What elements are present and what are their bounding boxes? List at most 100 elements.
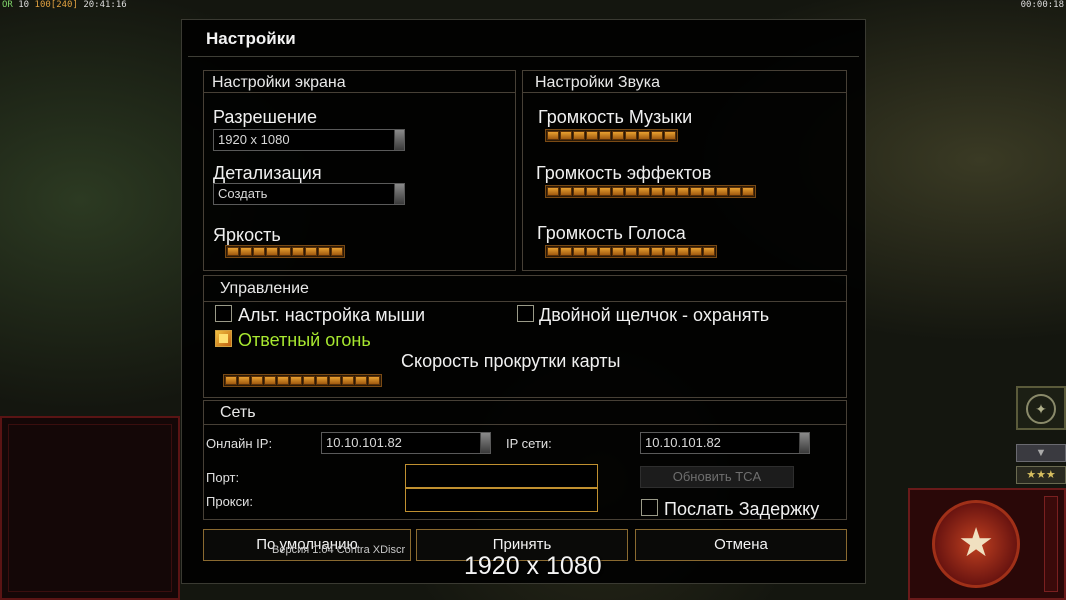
slider-segment (664, 131, 676, 140)
scroll-speed-label: Скорость прокрутки карты (401, 351, 621, 371)
slider-segment (547, 247, 559, 256)
alt-mouse-checkbox[interactable] (215, 305, 232, 322)
command-panel-frame (8, 424, 172, 592)
slider-segment (638, 187, 650, 196)
slider-segment (716, 187, 728, 196)
resolution-dropdown-arrow[interactable] (394, 130, 404, 150)
lan-ip-select[interactable]: 10.10.101.82 (640, 432, 810, 454)
emblem-side-strip (1044, 496, 1058, 592)
compass-icon: ✦ (1026, 394, 1056, 424)
update-tca-button[interactable]: Обновить TCA (640, 466, 794, 488)
hud-value-b: 100 (34, 0, 51, 10)
dialog-title: Настройки (206, 29, 296, 48)
slider-segment (625, 187, 637, 196)
port-input[interactable] (405, 464, 598, 488)
rank-stars-button[interactable]: ★★★ (1016, 466, 1066, 484)
hud-prefix: OR (2, 0, 13, 10)
slider-segment (625, 247, 637, 256)
slider-segment (677, 247, 689, 256)
controls-title: Управление (220, 280, 309, 297)
slider-segment (225, 376, 237, 385)
settings-dialog: Настройки Настройки экрана Разрешение 19… (181, 19, 866, 584)
lan-ip-label: IP сети: (506, 436, 552, 451)
online-ip-select[interactable]: 10.10.101.82 (321, 432, 491, 454)
controls-header: Управление (204, 276, 846, 302)
network-header: Сеть (204, 401, 846, 425)
send-delay-checkbox[interactable] (641, 499, 658, 516)
detail-select[interactable]: Создать (213, 183, 405, 205)
stars-icon: ★★★ (1026, 469, 1056, 481)
detail-label: Детализация (213, 163, 322, 183)
slider-segment (560, 187, 572, 196)
slider-segment (638, 247, 650, 256)
slider-segment (560, 131, 572, 140)
detail-dropdown-arrow[interactable] (394, 184, 404, 204)
sound-settings-header: Настройки Звука (523, 71, 846, 93)
slider-segment (573, 187, 585, 196)
voice-volume-slider[interactable] (545, 245, 717, 258)
music-volume-slider[interactable] (545, 129, 678, 142)
slider-segment (625, 131, 637, 140)
double-click-checkbox[interactable] (517, 305, 534, 322)
resolution-value: 1920 x 1080 (218, 132, 290, 147)
chevron-down-icon: ▼ (1035, 447, 1047, 459)
slider-segment (238, 376, 250, 385)
scroll-speed-slider[interactable] (223, 374, 382, 387)
slider-segment (292, 247, 304, 256)
slider-segment (331, 247, 343, 256)
radar-button[interactable]: ✦ (1016, 386, 1066, 430)
slider-segment (690, 187, 702, 196)
slider-segment (227, 247, 239, 256)
lan-ip-dropdown-arrow[interactable] (799, 433, 809, 453)
slider-segment (586, 131, 598, 140)
slider-segment (664, 187, 676, 196)
slider-segment (318, 247, 330, 256)
cancel-button[interactable]: Отмена (635, 529, 847, 561)
slider-segment (651, 131, 663, 140)
brightness-slider[interactable] (225, 245, 345, 258)
slider-segment (305, 247, 317, 256)
brightness-label: Яркость (213, 225, 281, 245)
slider-segment (573, 247, 585, 256)
slider-segment (329, 376, 341, 385)
slider-segment (612, 131, 624, 140)
port-label: Порт: (206, 470, 240, 485)
detail-value: Создать (218, 186, 268, 201)
hud-status-left: OR 10 100[240] 20:41:16 (2, 0, 127, 10)
return-fire-checkbox[interactable] (215, 330, 232, 347)
slider-segment (703, 187, 715, 196)
hud-value-c: [240] (50, 0, 78, 10)
network-title: Сеть (220, 404, 256, 421)
collapse-button[interactable]: ▼ (1016, 444, 1066, 462)
alt-mouse-label: Альт. настройка мыши (238, 305, 426, 325)
slider-segment (690, 247, 702, 256)
online-ip-dropdown-arrow[interactable] (480, 433, 490, 453)
slider-segment (342, 376, 354, 385)
proxy-label: Прокси: (206, 494, 254, 509)
slider-segment (599, 247, 611, 256)
slider-segment (742, 187, 754, 196)
slider-segment (547, 187, 559, 196)
resolution-label: Разрешение (213, 107, 317, 127)
slider-segment (303, 376, 315, 385)
screen-settings-header: Настройки экрана (204, 71, 515, 93)
screen-settings-title: Настройки экрана (212, 74, 346, 91)
effects-volume-label: Громкость эффектов (536, 163, 712, 183)
resolution-select[interactable]: 1920 x 1080 (213, 129, 405, 151)
effects-volume-slider[interactable] (545, 185, 756, 198)
slider-segment (599, 187, 611, 196)
slider-segment (253, 247, 265, 256)
slider-segment (355, 376, 367, 385)
slider-segment (251, 376, 263, 385)
slider-segment (316, 376, 328, 385)
slider-segment (264, 376, 276, 385)
slider-segment (547, 131, 559, 140)
slider-segment (368, 376, 380, 385)
slider-segment (651, 247, 663, 256)
sound-settings-title: Настройки Звука (535, 74, 660, 91)
slider-segment (599, 131, 611, 140)
online-ip-label: Онлайн IP: (206, 436, 273, 451)
slider-segment (651, 187, 663, 196)
proxy-input[interactable] (405, 488, 598, 512)
slider-segment (638, 131, 650, 140)
